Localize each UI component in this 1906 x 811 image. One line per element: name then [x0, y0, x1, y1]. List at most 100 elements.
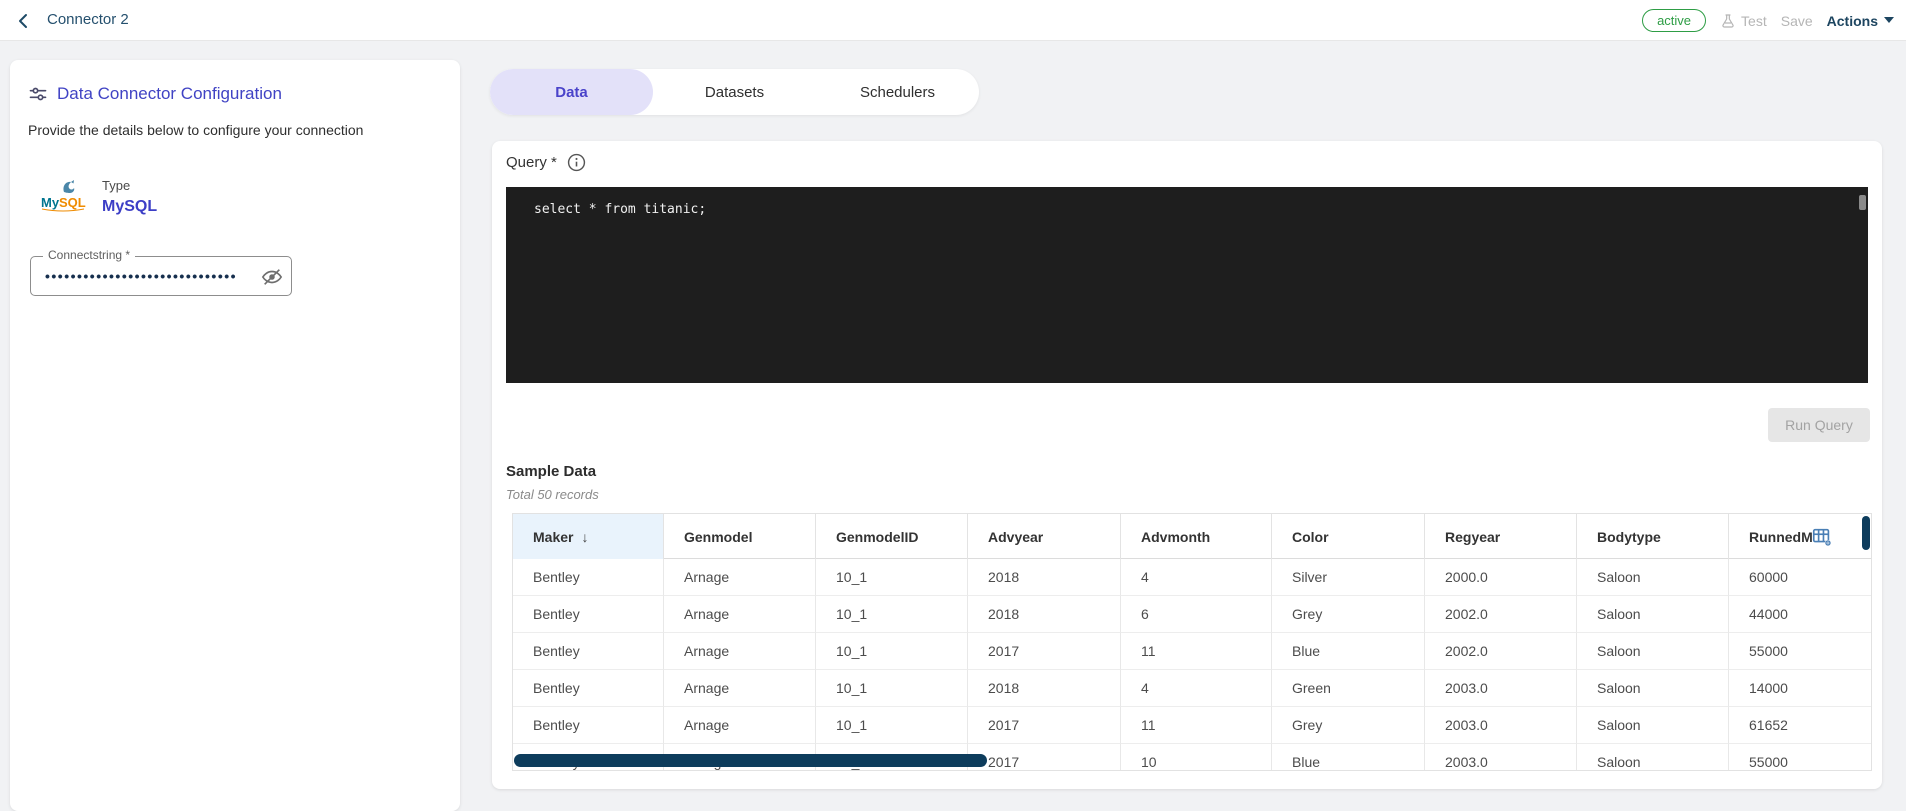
table-row: Bentley Arnage 10_1 2018 4 Silver 2000.0 Saloon…	[513, 559, 1871, 596]
column-header-color[interactable]: Color	[1272, 514, 1425, 559]
run-query-button[interactable]: Run Query	[1768, 408, 1870, 442]
table-cell: Saloon	[1577, 596, 1729, 633]
column-header-maker[interactable]: Maker ↓	[513, 514, 664, 559]
table-row: Bentley Arnage 10_1 2017 11 Blue 2002.0 Saloon 5…	[513, 633, 1871, 670]
page-title: Connector 2	[47, 11, 129, 28]
svg-text:My: My	[41, 195, 60, 210]
sample-data-table: Maker ↓ Genmodel GenmodelID Advyear Advmonth C…	[512, 513, 1872, 771]
column-header-bodytype[interactable]: Bodytype	[1577, 514, 1729, 559]
connectstring-label: Connectstring *	[43, 248, 136, 262]
table-cell: 2003.0	[1425, 707, 1577, 744]
column-header-genmodelid[interactable]: GenmodelID	[816, 514, 968, 559]
sample-data-count: Total 50 records	[506, 487, 599, 502]
table-cell: 10_1	[816, 559, 968, 596]
tune-sliders-icon	[28, 84, 48, 104]
table-body: Bentley Arnage 10_1 2018 4 Silver 2000.0 Saloon…	[513, 559, 1871, 770]
table-cell: 61652	[1729, 707, 1871, 744]
table-cell: 10_1	[816, 670, 968, 707]
back-icon[interactable]	[12, 9, 36, 33]
vertical-scrollbar-thumb[interactable]	[1862, 516, 1870, 550]
table-cell: 55000	[1729, 744, 1871, 770]
tab-data[interactable]: Data	[490, 69, 653, 115]
editor-scrollbar-thumb[interactable]	[1859, 195, 1866, 210]
mysql-logo: My SQL	[40, 178, 86, 216]
test-button[interactable]: Test	[1720, 13, 1767, 29]
query-code-editor[interactable]: select * from titanic;	[506, 187, 1868, 383]
table-cell: Grey	[1272, 707, 1425, 744]
table-row: Bentley Arnage 10_1 2017 11 Grey 2003.0 Saloon 6…	[513, 707, 1871, 744]
table-cell: Bentley	[513, 707, 664, 744]
table-cell: 2017	[968, 707, 1121, 744]
column-header-advmonth[interactable]: Advmonth	[1121, 514, 1272, 559]
table-cell: 2002.0	[1425, 596, 1577, 633]
info-icon[interactable]	[567, 153, 586, 172]
column-header-regyear[interactable]: Regyear	[1425, 514, 1577, 559]
table-cell: Saloon	[1577, 744, 1729, 770]
table-cell: 2003.0	[1425, 744, 1577, 770]
table-cell: Arnage	[664, 633, 816, 670]
table-cell: 60000	[1729, 559, 1871, 596]
table-cell: Bentley	[513, 633, 664, 670]
table-header-row: Maker ↓ Genmodel GenmodelID Advyear Advmonth C…	[513, 514, 1871, 559]
connectstring-masked-value[interactable]: ••••••••••••••••••••••••••••••	[45, 268, 245, 284]
table-cell: 2002.0	[1425, 633, 1577, 670]
column-settings-icon[interactable]	[1811, 526, 1833, 548]
status-badge: active	[1642, 9, 1707, 32]
table-cell: 2017	[968, 744, 1121, 770]
table-cell: Bentley	[513, 670, 664, 707]
table-cell: 44000	[1729, 596, 1871, 633]
save-button[interactable]: Save	[1781, 13, 1813, 29]
column-header-runnedm[interactable]: RunnedM	[1729, 514, 1871, 559]
table-cell: 10_1	[816, 633, 968, 670]
table-cell: Saloon	[1577, 559, 1729, 596]
table-cell: 2003.0	[1425, 670, 1577, 707]
column-header-genmodel[interactable]: Genmodel	[664, 514, 816, 559]
table-cell: 10_1	[816, 596, 968, 633]
query-code[interactable]: select * from titanic;	[534, 202, 706, 217]
table-cell: 2018	[968, 670, 1121, 707]
top-bar: Connector 2 active Test Save Actions	[0, 0, 1906, 41]
connectstring-field[interactable]: Connectstring * ••••••••••••••••••••••••…	[30, 248, 292, 296]
horizontal-scrollbar-thumb[interactable]	[514, 754, 987, 767]
tab-datasets[interactable]: Datasets	[653, 69, 816, 115]
config-panel: Data Connector Configuration Provide the…	[10, 60, 460, 811]
data-tab-panel: Query * select * from titanic; Run Query…	[492, 141, 1882, 789]
flask-icon	[1720, 13, 1736, 29]
config-title: Data Connector Configuration	[57, 84, 282, 103]
table-cell: Grey	[1272, 596, 1425, 633]
table-cell: 55000	[1729, 633, 1871, 670]
type-value: MySQL	[102, 198, 158, 215]
sort-descending-icon: ↓	[581, 528, 589, 545]
svg-text:SQL: SQL	[59, 195, 86, 210]
actions-button[interactable]: Actions	[1827, 13, 1894, 29]
table-cell: Arnage	[664, 559, 816, 596]
table-cell: 2017	[968, 633, 1121, 670]
table-cell: 11	[1121, 707, 1272, 744]
table-cell: Silver	[1272, 559, 1425, 596]
table-cell: Blue	[1272, 744, 1425, 770]
table-cell: 14000	[1729, 670, 1871, 707]
query-label: Query *	[506, 154, 557, 171]
tab-schedulers[interactable]: Schedulers	[816, 69, 979, 115]
table-cell: 2018	[968, 596, 1121, 633]
table-cell: Bentley	[513, 559, 664, 596]
visibility-off-icon[interactable]	[261, 266, 283, 288]
config-subtitle: Provide the details below to configure y…	[28, 122, 364, 138]
table-cell: 10_1	[816, 707, 968, 744]
table-cell: Arnage	[664, 670, 816, 707]
table-cell: Arnage	[664, 707, 816, 744]
table-cell: 10	[1121, 744, 1272, 770]
type-label: Type	[102, 178, 131, 193]
column-header-advyear[interactable]: Advyear	[968, 514, 1121, 559]
table-row: Bentley Arnage 10_1 2018 6 Grey 2002.0 Saloon 44…	[513, 596, 1871, 633]
table-cell: Green	[1272, 670, 1425, 707]
table-cell: Saloon	[1577, 670, 1729, 707]
table-cell: 4	[1121, 670, 1272, 707]
table-cell: 2000.0	[1425, 559, 1577, 596]
tabs-bar: Data Datasets Schedulers	[490, 69, 979, 115]
table-cell: 4	[1121, 559, 1272, 596]
table-cell: 11	[1121, 633, 1272, 670]
table-cell: Saloon	[1577, 633, 1729, 670]
table-cell: Blue	[1272, 633, 1425, 670]
sample-data-title: Sample Data	[506, 463, 597, 480]
